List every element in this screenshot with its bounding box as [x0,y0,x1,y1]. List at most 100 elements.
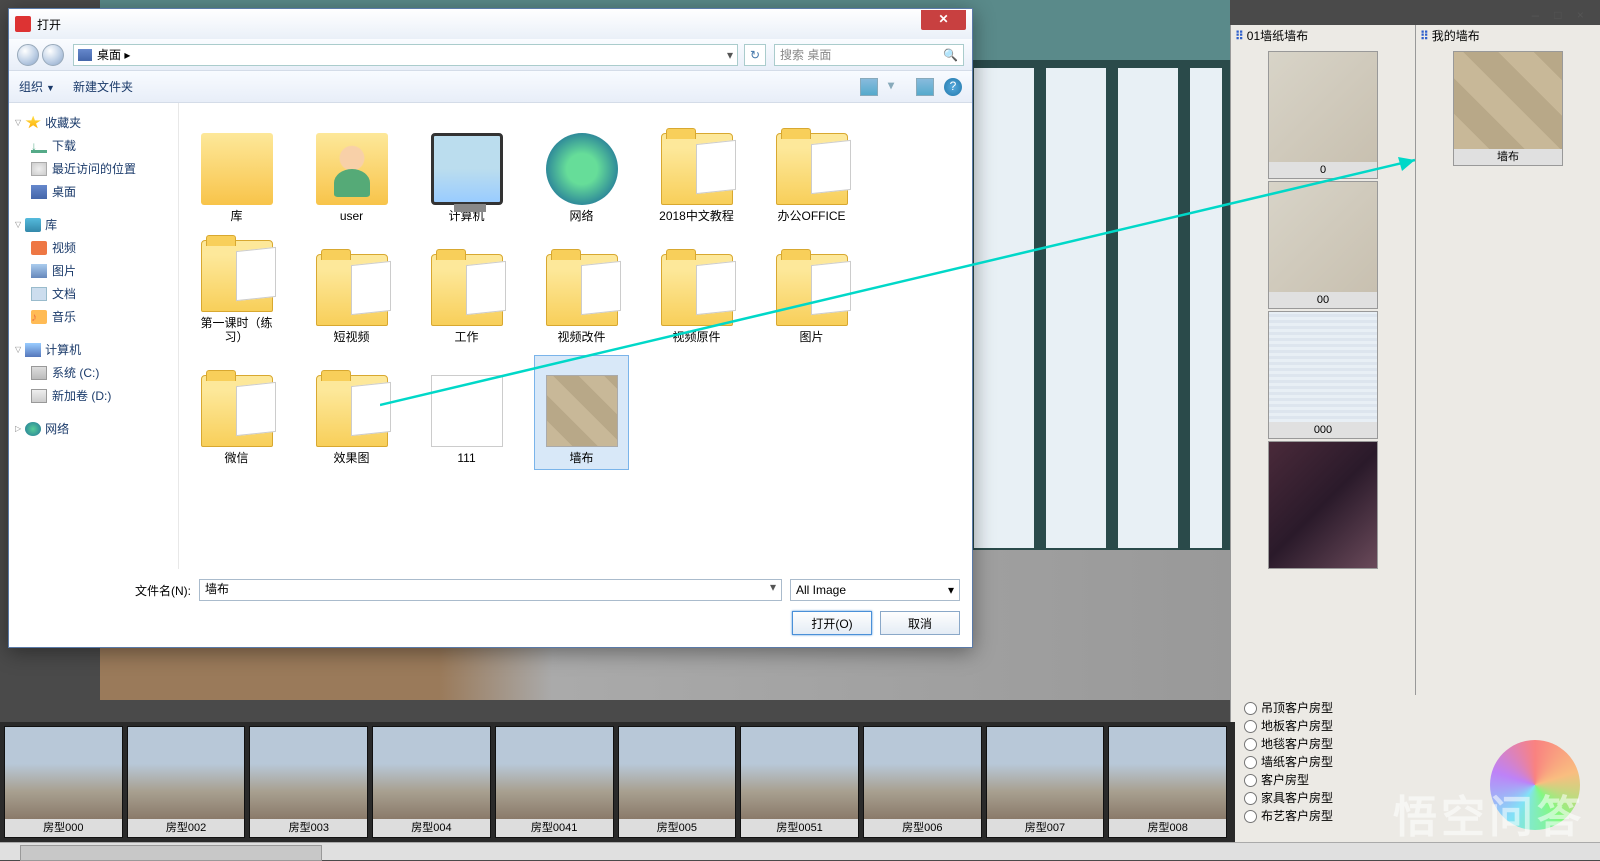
folder-f-icon [776,133,848,205]
view-mode-button[interactable] [860,78,878,96]
thumb-label: 房型004 [373,819,490,837]
category-radio[interactable] [1244,792,1257,805]
help-button[interactable]: ? [944,78,962,96]
room-thumb[interactable]: 房型000 [4,726,123,838]
filename-input[interactable]: 墙布▾ [199,579,782,601]
nav-computer-header[interactable]: 计算机 [13,338,174,361]
category-radio[interactable] [1244,810,1257,823]
nav-favorites-header[interactable]: 收藏夹 [13,111,174,134]
view-dropdown-icon[interactable]: ▾ [888,78,906,96]
horizontal-scrollbar[interactable] [0,842,1600,860]
category-item[interactable]: 吊顶客户房型 [1244,699,1496,717]
file-item[interactable]: 微信 [189,355,284,470]
file-item[interactable]: 效果图 [304,355,399,470]
nav-drive-d[interactable]: 新加卷 (D:) [13,384,174,407]
nav-pictures[interactable]: 图片 [13,259,174,282]
nav-forward-button[interactable] [42,44,64,66]
file-item[interactable]: 视频改件 [534,234,629,349]
nav-desktop[interactable]: 桌面 [13,180,174,203]
nav-recent[interactable]: 最近访问的位置 [13,157,174,180]
search-input[interactable]: 搜索 桌面 🔍 [774,44,964,66]
nav-drive-c[interactable]: 系统 (C:) [13,361,174,384]
file-item[interactable]: 办公OFFICE [764,113,859,228]
filetype-select[interactable]: All Image▾ [790,579,960,601]
file-label: 工作 [454,330,478,344]
folder-f-icon [316,375,388,447]
folder-f-icon [546,254,618,326]
comp-icon [431,133,503,205]
file-item[interactable]: user [304,113,399,228]
room-thumb[interactable]: 房型002 [127,726,246,838]
refresh-button[interactable]: ↻ [744,44,766,66]
file-item[interactable]: 墙布 [534,355,629,470]
material-swatch[interactable] [1268,441,1378,569]
location-dropdown-icon[interactable]: ▾ [727,48,733,62]
category-item[interactable]: 地毯客户房型 [1244,735,1496,753]
thumb-label: 房型006 [864,819,981,837]
category-radio[interactable] [1244,756,1257,769]
open-button[interactable]: 打开(O) [792,611,872,635]
file-item[interactable]: 计算机 [419,113,514,228]
nav-documents[interactable]: 文档 [13,282,174,305]
nav-back-button[interactable] [17,44,39,66]
app-maximize[interactable]: □ [1554,9,1561,23]
nav-music[interactable]: 音乐 [13,305,174,328]
room-thumb[interactable]: 房型008 [1108,726,1227,838]
thumb-label: 房型000 [5,819,122,837]
app-minimize[interactable]: — [1532,9,1539,23]
file-item[interactable]: 视频原件 [649,234,744,349]
file-item[interactable]: 网络 [534,113,629,228]
nav-network-header[interactable]: 网络 [13,417,174,440]
material-swatch[interactable]: 00 [1268,181,1378,309]
room-thumb[interactable]: 房型0041 [495,726,614,838]
room-thumb[interactable]: 房型004 [372,726,491,838]
material-swatch[interactable]: 0 [1268,51,1378,179]
file-label: 图片 [799,330,823,344]
nav-libraries-header[interactable]: 库 [13,213,174,236]
material-col2-title[interactable]: 我的墙布 [1416,25,1600,47]
dialog-close-button[interactable]: ✕ [921,10,966,30]
material-swatch[interactable]: 000 [1268,311,1378,439]
search-icon: 🔍 [943,48,958,62]
file-list-pane[interactable]: 库user计算机网络2018中文教程办公OFFICE 第一课时（练习）短视频工作 视… [179,103,972,569]
material-col1-title[interactable]: 01墙纸墙布 [1231,25,1415,47]
file-item[interactable]: 第一课时（练习） [189,234,284,349]
category-item[interactable]: 地板客户房型 [1244,717,1496,735]
file-item[interactable]: 2018中文教程 [649,113,744,228]
thumb-label: 房型002 [128,819,245,837]
cancel-button[interactable]: 取消 [880,611,960,635]
nav-downloads[interactable]: 下载 [13,134,174,157]
app-close[interactable]: × [1577,9,1584,23]
dialog-titlebar[interactable]: 打开 ✕ [9,9,972,39]
nav-videos[interactable]: 视频 [13,236,174,259]
file-label: 墙布 [569,451,593,465]
room-thumb[interactable]: 房型007 [986,726,1105,838]
filename-dropdown-icon[interactable]: ▾ [770,580,776,594]
file-label: 111 [457,451,475,465]
room-thumb[interactable]: 房型003 [249,726,368,838]
category-radio[interactable] [1244,720,1257,733]
category-radio[interactable] [1244,702,1257,715]
category-item[interactable]: 墙纸客户房型 [1244,753,1496,771]
file-item[interactable]: 库 [189,113,284,228]
preview-pane-button[interactable] [916,78,934,96]
room-thumbnail-strip[interactable]: 房型000 房型002 房型003 房型004 房型0041 房型005 房型0… [0,722,1235,842]
room-thumb[interactable]: 房型006 [863,726,982,838]
file-item[interactable]: 短视频 [304,234,399,349]
file-label: 微信 [224,451,248,465]
new-folder-button[interactable]: 新建文件夹 [73,78,133,95]
navigation-pane[interactable]: 收藏夹 下载 最近访问的位置 桌面 库 视频 图片 文档 音乐 计算机 系统 (… [9,103,179,569]
doc-icon [431,375,503,447]
file-open-dialog: 打开 ✕ 桌面 ▸ ▾ ↻ 搜索 桌面 🔍 组织▼ 新建文件夹 ▾ ? 收藏夹 [8,8,973,648]
organize-menu[interactable]: 组织▼ [19,78,55,95]
category-radio[interactable] [1244,774,1257,787]
location-breadcrumb[interactable]: 桌面 ▸ ▾ [73,44,738,66]
file-item[interactable]: 111 [419,355,514,470]
room-thumb[interactable]: 房型0051 [740,726,859,838]
category-radio[interactable] [1244,738,1257,751]
dialog-footer: 文件名(N): 墙布▾ All Image▾ 打开(O) 取消 [9,569,972,647]
room-thumb[interactable]: 房型005 [618,726,737,838]
file-item[interactable]: 图片 [764,234,859,349]
material-swatch-featured[interactable]: 墙布 [1453,51,1563,166]
file-item[interactable]: 工作 [419,234,514,349]
